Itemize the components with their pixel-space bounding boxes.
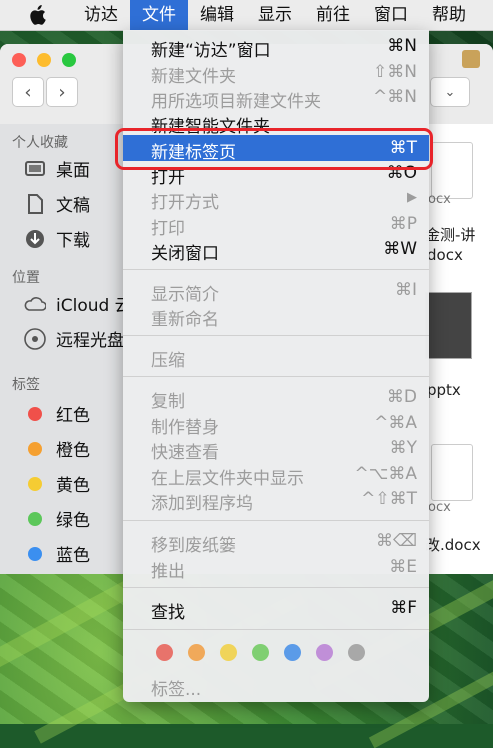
menu-item-new-folder[interactable]: 新建文件夹 ⇧⌘N (123, 60, 429, 87)
highlight-annotation-box (115, 128, 433, 170)
menu-item-quick-look[interactable]: 快速查看 ⌘Y (123, 436, 429, 463)
menu-item-move-to-trash[interactable]: 移到废纸篓 ⌘⌫ (123, 529, 429, 556)
tag-color-yellow[interactable] (220, 644, 237, 661)
menu-item-new-finder-window[interactable]: 新建“访达”窗口 ⌘N (123, 34, 429, 61)
menu-item-duplicate[interactable]: 复制 ⌘D (123, 385, 429, 412)
menu-item-new-folder-with-selection[interactable]: 用所选项目新建文件夹 ^⌘N (123, 85, 429, 112)
menu-item-rename[interactable]: 重新命名 (123, 303, 429, 330)
menu-item-close-window[interactable]: 关闭窗口 ⌘W (123, 237, 429, 264)
menu-finder[interactable]: 访达 (72, 0, 130, 30)
sidebar-item-label: 绿色 (56, 511, 90, 531)
sidebar-item-label: 黄色 (56, 476, 90, 496)
zoom-window-button[interactable] (62, 53, 76, 67)
sidebar-item-label: 蓝色 (56, 546, 90, 566)
menu-window[interactable]: 窗口 (362, 0, 420, 30)
sidebar-item-label: 下载 (56, 231, 90, 251)
menu-separator (123, 520, 429, 521)
orange-tag-dot (28, 441, 42, 456)
sidebar-item-desktop[interactable]: 桌面 (24, 156, 90, 181)
menu-item-make-alias[interactable]: 制作替身 ^⌘A (123, 411, 429, 438)
sidebar-item-label: 文稿 (56, 196, 90, 216)
back-button[interactable]: ‹ (12, 77, 44, 107)
file-thumbnail[interactable] (431, 142, 473, 199)
desktop-icon (24, 158, 46, 180)
menu-edit[interactable]: 编辑 (188, 0, 246, 30)
chevron-left-icon: ‹ (24, 81, 32, 103)
chevron-right-icon: › (58, 81, 66, 103)
menu-separator (123, 587, 429, 588)
sidebar-item-label: 红色 (56, 406, 90, 426)
file-name[interactable]: 金测-讲 (425, 224, 475, 245)
file-name[interactable]: pptx (427, 381, 461, 399)
menu-bar: 访达 文件 编辑 显示 前往 窗口 帮助 (0, 0, 493, 31)
menu-separator (123, 376, 429, 377)
menu-item-compress[interactable]: 压缩 (123, 344, 429, 371)
sidebar-tag-blue[interactable]: 蓝色 (24, 541, 90, 566)
submenu-arrow-icon: ▶ (407, 190, 417, 205)
menu-item-get-info[interactable]: 显示简介 ⌘I (123, 278, 429, 305)
sidebar-tag-yellow[interactable]: 黄色 (24, 471, 90, 496)
finder-sidebar: 个人收藏 桌面 文稿 下载 位置 iCloud 云 远程光盘 标签 红色 橙色 … (0, 124, 132, 574)
sidebar-item-label: 桌面 (56, 161, 90, 181)
favorites-header: 个人收藏 (12, 135, 68, 151)
sidebar-item-documents[interactable]: 文稿 (24, 191, 90, 216)
locations-header: 位置 (12, 270, 40, 286)
menu-item-add-to-dock[interactable]: 添加到程序坞 ^⇧⌘T (123, 487, 429, 514)
sidebar-item-remote-disc[interactable]: 远程光盘 (24, 326, 124, 351)
menu-separator (123, 629, 429, 630)
sidebar-tag-green[interactable]: 绿色 (24, 506, 90, 531)
tag-color-green[interactable] (252, 644, 269, 661)
tag-color-red[interactable] (156, 644, 173, 661)
sidebar-item-icloud[interactable]: iCloud 云 (24, 291, 132, 316)
menu-go[interactable]: 前往 (304, 0, 362, 30)
file-thumbnail[interactable] (431, 444, 473, 501)
menu-item-show-in-enclosing-folder[interactable]: 在上层文件夹中显示 ^⌥⌘A (123, 462, 429, 489)
menu-item-tags[interactable]: 标签... (123, 673, 429, 700)
menu-separator (123, 269, 429, 270)
sidebar-item-label: 远程光盘 (56, 331, 124, 351)
tag-color-purple[interactable] (316, 644, 333, 661)
menu-separator (123, 335, 429, 336)
menu-item-eject[interactable]: 推出 ⌘E (123, 555, 429, 582)
tag-color-orange[interactable] (188, 644, 205, 661)
disc-icon (24, 327, 46, 350)
green-tag-dot (28, 511, 42, 526)
menu-view[interactable]: 显示 (246, 0, 304, 30)
menu-file[interactable]: 文件 (130, 0, 188, 30)
download-icon (24, 228, 46, 250)
menu-item-open-with[interactable]: 打开方式 ▶ (123, 186, 429, 213)
document-icon (24, 193, 46, 215)
blue-tag-dot (28, 546, 42, 561)
tags-header: 标签 (12, 377, 40, 393)
tag-color-gray[interactable] (348, 644, 365, 661)
file-thumbnail[interactable] (425, 292, 472, 359)
menu-help[interactable]: 帮助 (420, 0, 478, 30)
sidebar-tag-orange[interactable]: 橙色 (24, 436, 90, 461)
view-options-button[interactable]: ⌄ (430, 77, 470, 107)
chevron-down-icon: ⌄ (444, 84, 456, 100)
tag-color-blue[interactable] (284, 644, 301, 661)
apple-menu-icon[interactable] (22, 5, 52, 25)
minimize-window-button[interactable] (37, 53, 51, 67)
file-name[interactable]: 改.docx (425, 534, 481, 555)
sidebar-item-label: iCloud 云 (56, 296, 132, 316)
yellow-tag-dot (28, 476, 42, 491)
red-tag-dot (28, 406, 42, 421)
sidebar-item-downloads[interactable]: 下载 (24, 226, 90, 251)
menu-item-find[interactable]: 查找 ⌘F (123, 596, 429, 623)
sidebar-item-label: 橙色 (56, 441, 90, 461)
forward-button[interactable]: › (46, 77, 78, 107)
sidebar-tag-red[interactable]: 红色 (24, 401, 90, 426)
cloud-icon (24, 293, 46, 315)
close-window-button[interactable] (12, 53, 26, 67)
file-name[interactable]: ocx (428, 192, 451, 207)
window-title-icon (462, 50, 480, 68)
menu-item-print[interactable]: 打印 ⌘P (123, 212, 429, 239)
file-name[interactable]: docx (427, 246, 463, 264)
file-name[interactable]: ocx (428, 500, 451, 515)
